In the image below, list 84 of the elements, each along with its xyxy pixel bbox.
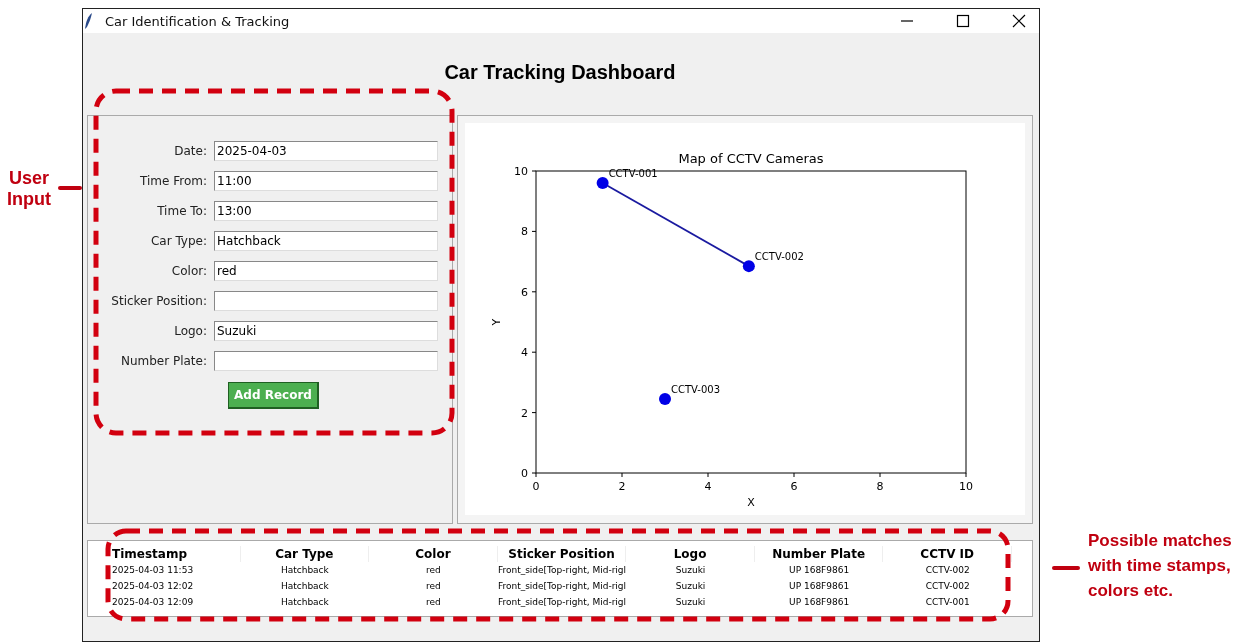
table-cell-text: UP 168F9861	[788, 580, 851, 593]
column-header: CCTV ID	[883, 546, 1012, 562]
y-tick-label: 6	[521, 285, 528, 299]
input-field[interactable]	[214, 351, 438, 371]
column-header: Color	[369, 546, 498, 562]
table-cell-text: 2025-04-03 12:02	[112, 580, 195, 593]
leader-line	[1052, 566, 1080, 570]
y-tick: 8	[521, 225, 537, 239]
field-label: Logo:	[173, 324, 207, 338]
x-tick-label: 10	[959, 480, 973, 493]
x-tick-label: 6	[790, 480, 798, 493]
field-label: Time To:	[156, 204, 207, 218]
column-header: Sticker Position	[497, 546, 627, 562]
y-tick: 10	[514, 165, 537, 178]
camera-marker	[659, 393, 671, 405]
table-cell-text: 2025-04-03 12:09	[112, 596, 195, 609]
input-field[interactable]: 11:00	[214, 171, 438, 191]
dashboard-heading: Car Tracking Dashboard	[444, 61, 676, 84]
close-icon[interactable]	[1012, 14, 1026, 28]
x-tick-label: 4	[704, 480, 712, 493]
input-field[interactable]: 2025-04-03	[214, 141, 438, 161]
table-cell-text: Front_side[Top-right, Mid-rigl	[497, 564, 627, 577]
field-label: Number Plate:	[119, 354, 207, 368]
field-label: Color:	[170, 264, 207, 278]
camera-marker	[742, 260, 755, 273]
field-label: Date:	[173, 144, 207, 158]
column-header: Logo	[626, 546, 755, 562]
table-cell-text: CCTV-002	[924, 580, 971, 593]
x-tick: 6	[790, 472, 798, 493]
x-axis-label: X	[747, 496, 755, 509]
column-header: Number Plate	[754, 546, 884, 562]
annotation-label: Possible matches with time stamps, colors etc.	[1088, 530, 1233, 602]
window-title: Car Identification & Tracking	[105, 13, 290, 29]
y-tick: 4	[521, 346, 537, 360]
y-tick-label: 2	[521, 406, 528, 420]
x-tick: 4	[704, 472, 712, 493]
chart-title: Map of CCTV Cameras	[678, 151, 824, 166]
x-tick: 2	[618, 472, 626, 493]
table-cell-text: UP 168F9861	[788, 564, 851, 577]
table-cell-text: Suzuki	[674, 580, 707, 593]
table-cell-text: CCTV-002	[924, 564, 971, 577]
field-label: Car Type:	[149, 234, 207, 248]
input-field[interactable]: red	[214, 261, 438, 281]
maximize-icon[interactable]	[956, 14, 970, 28]
table-cell-text: CCTV-001	[924, 596, 971, 609]
field-label: Sticker Position:	[110, 294, 207, 308]
y-tick-label: 0	[521, 467, 528, 480]
column-header: Timestamp	[112, 546, 241, 562]
table-cell-text: Suzuki	[674, 596, 707, 609]
x-tick: 8	[876, 472, 884, 493]
input-field[interactable]: Suzuki	[214, 321, 438, 341]
table-cell-text: Front_side[Top-right, Mid-rigl	[497, 580, 627, 593]
table-cell-text: red	[425, 596, 442, 609]
x-tick: 10	[959, 472, 973, 493]
annotation-label: User Input	[6, 168, 52, 210]
table-cell-text: Hatchback	[279, 564, 330, 577]
camera-label: CCTV-003	[671, 384, 721, 395]
table-cell-text: red	[425, 564, 442, 577]
y-tick-label: 10	[514, 165, 528, 178]
x-tick-label: 0	[532, 480, 540, 493]
table-cell-text: Front_side[Top-right, Mid-rigl	[497, 596, 627, 609]
table-cell-text: Suzuki	[674, 564, 707, 577]
table-cell-text: UP 168F9861	[788, 596, 851, 609]
camera-marker	[596, 177, 609, 190]
table-cell-text: red	[425, 580, 442, 593]
camera-label: CCTV-002	[754, 251, 804, 263]
table-cell-text: 2025-04-03 11:53	[112, 564, 195, 577]
y-tick: 2	[521, 406, 537, 420]
input-field[interactable]	[214, 291, 438, 311]
input-field[interactable]: 13:00	[214, 201, 438, 221]
camera-label: CCTV-001	[608, 168, 658, 180]
leader-line	[58, 186, 82, 190]
feather-icon	[85, 13, 93, 29]
input-field[interactable]: Hatchback	[214, 231, 438, 251]
x-tick-label: 2	[618, 480, 626, 493]
y-tick-label: 4	[521, 346, 528, 360]
table-cell-text: Hatchback	[279, 596, 330, 609]
column-header: Car Type	[240, 546, 370, 562]
y-tick-label: 8	[521, 225, 528, 239]
table-cell-text: Hatchback	[279, 580, 330, 593]
field-label: Time From:	[139, 174, 207, 188]
x-tick-label: 8	[876, 480, 884, 493]
y-axis-label: Y	[490, 318, 503, 326]
y-tick: 6	[521, 285, 537, 299]
